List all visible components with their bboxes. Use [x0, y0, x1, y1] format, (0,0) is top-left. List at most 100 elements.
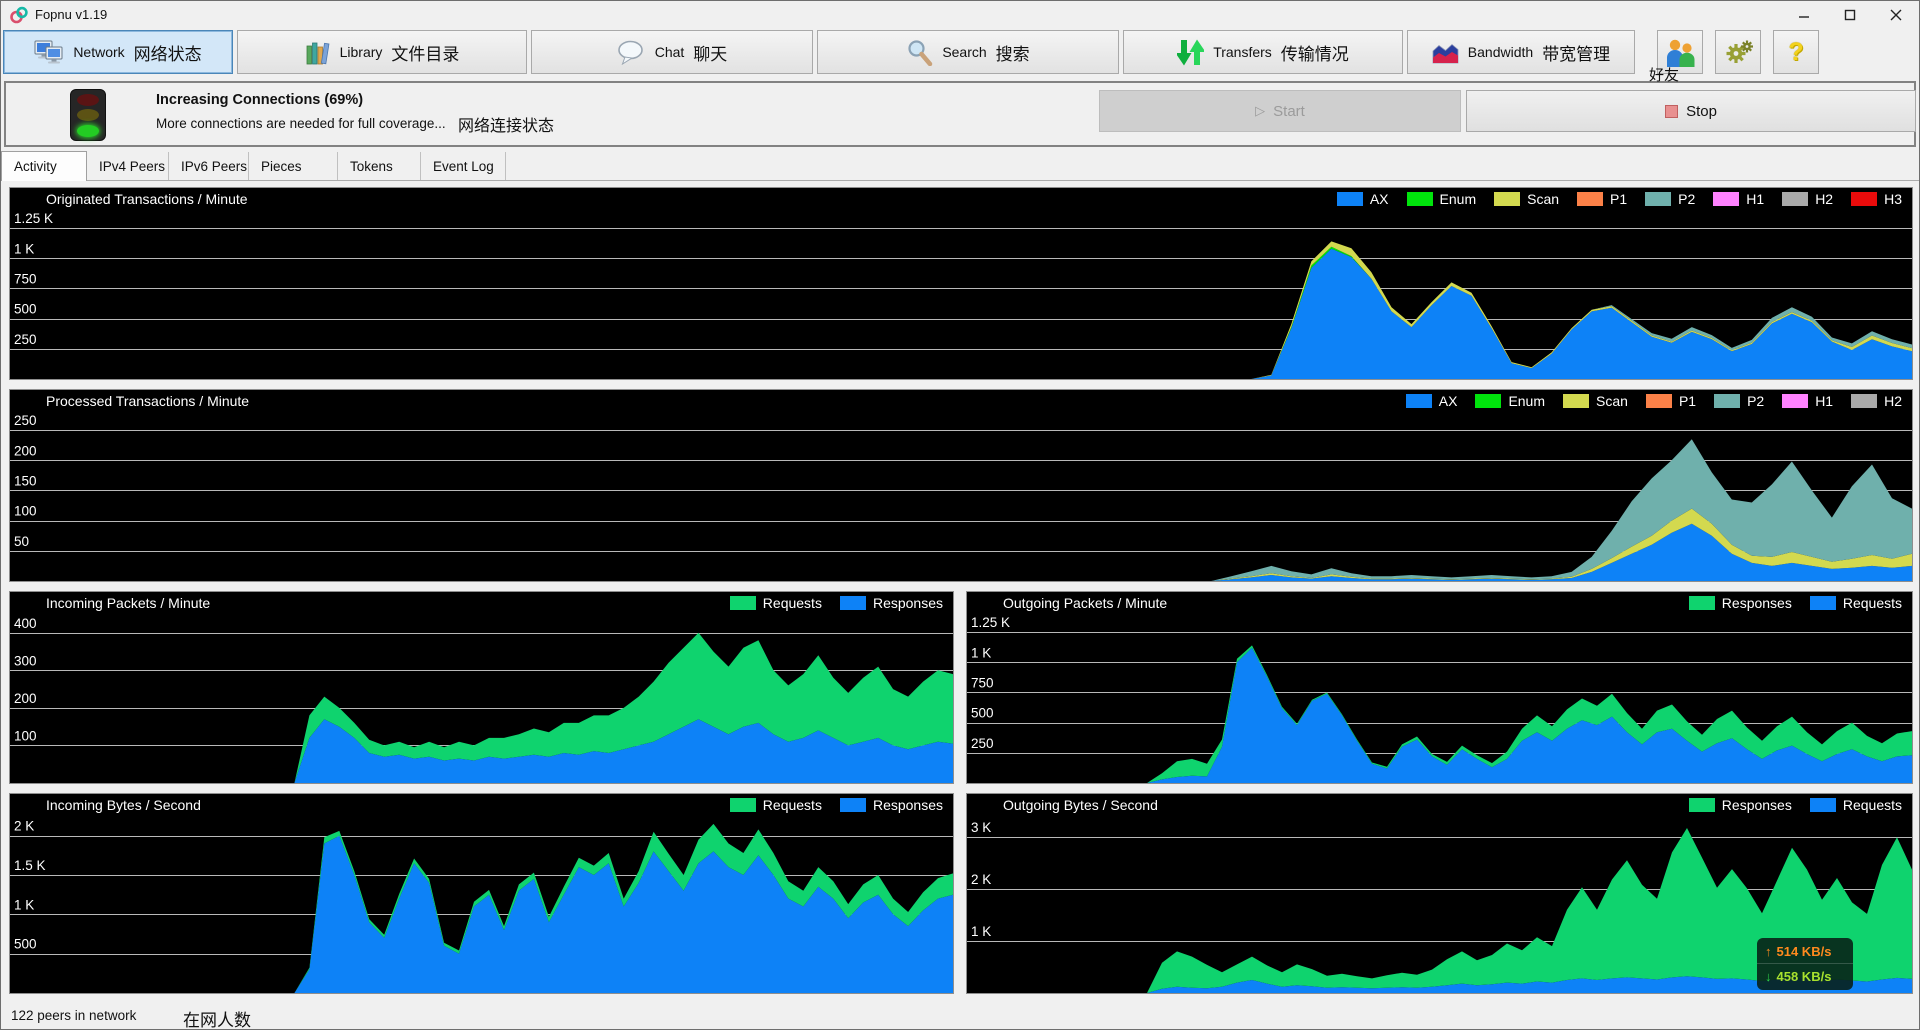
- y-axis-label: 300: [14, 653, 37, 668]
- y-axis-label: 500: [971, 706, 994, 721]
- y-axis-label: 1.25 K: [14, 211, 53, 226]
- legend-requests: Requests: [1810, 595, 1902, 611]
- legend-label: Responses: [873, 797, 943, 813]
- maximize-button[interactable]: [1827, 1, 1873, 29]
- y-axis-label: 100: [14, 728, 37, 743]
- view-tab-label: Pieces: [261, 159, 302, 174]
- legend-label: P2: [1678, 191, 1695, 207]
- y-axis-label: 1 K: [971, 924, 991, 939]
- legend-swatch: [1475, 394, 1501, 408]
- legend-swatch: [730, 798, 756, 812]
- series-requests: [967, 648, 1912, 783]
- chart-title: Processed Transactions / Minute: [10, 393, 249, 409]
- connection-status-heading: Increasing Connections (69%): [156, 92, 363, 108]
- settings-button[interactable]: [1715, 30, 1761, 74]
- chart-legend: AXEnumScanP1P2H1H2H3: [1337, 191, 1912, 207]
- friends-label: 好友: [1649, 64, 1679, 85]
- legend-label: Enum: [1508, 393, 1545, 409]
- chart-plot-area: 1.25 K1 K750500250: [10, 210, 1912, 379]
- legend-p2: P2: [1714, 393, 1764, 409]
- stop-button-label: Stop: [1686, 103, 1717, 120]
- toolbar-tab-chat[interactable]: Chat聊天: [531, 30, 813, 74]
- view-tab-event-log[interactable]: Event Log: [421, 152, 506, 180]
- charts-area: Originated Transactions / Minute AX Enum Sc…: [1, 181, 1919, 1003]
- y-axis-label: 100: [14, 504, 37, 519]
- close-button[interactable]: [1873, 1, 1919, 29]
- search-icon: [906, 39, 933, 66]
- y-axis-label: 50: [14, 534, 29, 549]
- transfer-speed-overlay: ↑514 KB/s↓458 KB/s: [1757, 938, 1853, 990]
- view-tab-tokens[interactable]: Tokens: [338, 152, 421, 180]
- y-axis-label: 1.25 K: [971, 615, 1010, 630]
- legend-responses: Responses: [1689, 595, 1792, 611]
- toolbar-tab-label-zh: 聊天: [693, 40, 727, 65]
- legend-swatch: [1713, 192, 1739, 206]
- toolbar-tab-label: Library: [340, 44, 383, 60]
- help-icon: ?: [1788, 38, 1803, 67]
- chart-plot-area: 1.25 K1 K750500250: [967, 614, 1912, 783]
- help-button[interactable]: ?: [1773, 30, 1819, 74]
- toolbar-tab-bandwidth[interactable]: Bandwidth带宽管理: [1407, 30, 1635, 74]
- gear-icon: [1723, 38, 1754, 67]
- y-axis-label: 250: [971, 736, 994, 751]
- connection-status-subtext: More connections are needed for full cov…: [156, 116, 446, 131]
- title-bar: Fopnu v1.19: [1, 1, 1919, 29]
- y-axis-label: 400: [14, 616, 37, 631]
- traffic-light-red: [77, 94, 99, 106]
- legend-swatch: [1689, 798, 1715, 812]
- view-tab-label: IPv4 Peers: [99, 159, 165, 174]
- toolbar-tab-search[interactable]: Search搜索: [817, 30, 1119, 74]
- chart-plot-area: 2 K1.5 K1 K500: [10, 816, 953, 993]
- legend-label: P1: [1679, 393, 1696, 409]
- legend-swatch: [1851, 192, 1877, 206]
- status-bar: 122 peers in network 在网人数: [1, 1003, 1919, 1030]
- toolbar-tab-transfers[interactable]: Transfers传输情况: [1123, 30, 1403, 74]
- legend-swatch: [730, 596, 756, 610]
- legend-h1: H1: [1713, 191, 1764, 207]
- chart-legend: Responses Requests: [1689, 595, 1912, 611]
- view-tab-pieces[interactable]: Pieces: [249, 152, 338, 180]
- toolbar-tab-library[interactable]: Library文件目录: [237, 30, 527, 74]
- legend-scan: Scan: [1494, 191, 1559, 207]
- legend-swatch: [1645, 192, 1671, 206]
- connection-status-subtext-zh: 网络连接状态: [458, 112, 554, 136]
- chart-title: Originated Transactions / Minute: [10, 191, 248, 207]
- legend-swatch: [1577, 192, 1603, 206]
- library-icon: [305, 39, 331, 66]
- start-button-label: Start: [1273, 103, 1305, 120]
- legend-p2: P2: [1645, 191, 1695, 207]
- legend-label: H1: [1746, 191, 1764, 207]
- chart-plot-area: 25020015010050: [10, 412, 1912, 581]
- upload-speed: ↑514 KB/s: [1757, 944, 1853, 964]
- legend-h2: H2: [1782, 191, 1833, 207]
- legend-swatch: [840, 798, 866, 812]
- start-button[interactable]: ▷ Start: [1099, 90, 1461, 132]
- view-tab-ipv6-peers[interactable]: IPv6 Peers: [169, 152, 249, 180]
- legend-swatch: [1851, 394, 1877, 408]
- view-tab-label: Activity: [14, 159, 57, 174]
- chat-icon: [617, 40, 646, 65]
- people-icon: [1665, 38, 1696, 67]
- toolbar-tab-label-zh: 带宽管理: [1542, 40, 1610, 65]
- view-tab-ipv4-peers[interactable]: IPv4 Peers: [87, 152, 169, 180]
- fopnu-window: Fopnu v1.19 Network网络状态Library文件目录Chat聊天…: [0, 0, 1920, 1030]
- legend-swatch: [1782, 192, 1808, 206]
- toolbar-tab-network[interactable]: Network网络状态: [3, 30, 233, 74]
- transfers-icon: [1177, 38, 1204, 67]
- legend-label: Requests: [1843, 595, 1902, 611]
- view-tab-label: IPv6 Peers: [181, 159, 247, 174]
- legend-label: P2: [1747, 393, 1764, 409]
- view-tab-activity[interactable]: Activity: [1, 151, 87, 181]
- legend-p1: P1: [1577, 191, 1627, 207]
- chart-legend: RequestsResponses: [730, 595, 953, 611]
- y-axis-label: 150: [14, 473, 37, 488]
- legend-swatch: [1406, 394, 1432, 408]
- chart-processed-transactions: Processed Transactions / MinuteAXEnumSca…: [9, 389, 1913, 582]
- chart-title: Incoming Packets / Minute: [10, 595, 210, 611]
- stop-button[interactable]: Stop: [1466, 90, 1916, 132]
- chart-legend: AXEnumScanP1P2H1H2: [1406, 393, 1912, 409]
- legend-ax: AX: [1337, 191, 1389, 207]
- y-axis-label: 1 K: [14, 241, 34, 256]
- toolbar-tab-label: Search: [942, 44, 986, 60]
- minimize-button[interactable]: [1781, 1, 1827, 29]
